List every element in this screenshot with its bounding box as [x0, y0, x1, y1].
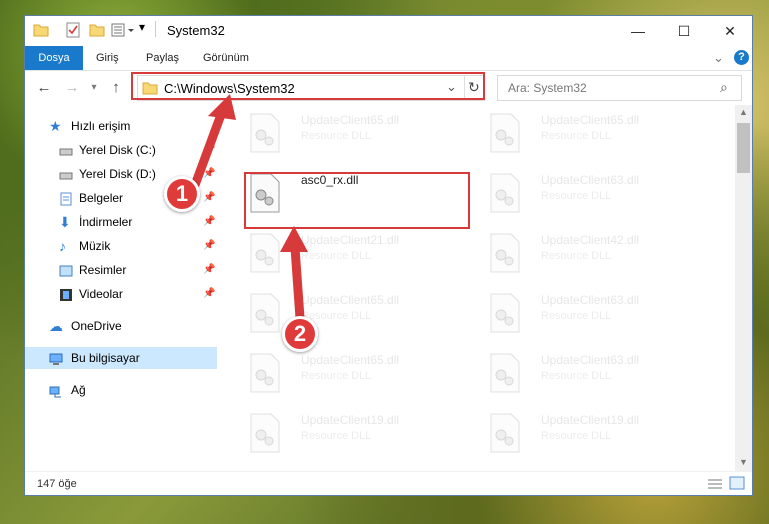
annotation-overlay: [190, 94, 308, 323]
step-2-badge: 2: [282, 316, 318, 352]
arrow-2: [280, 226, 308, 323]
arrow-1: [190, 94, 236, 190]
step-1-badge: 1: [164, 176, 200, 212]
